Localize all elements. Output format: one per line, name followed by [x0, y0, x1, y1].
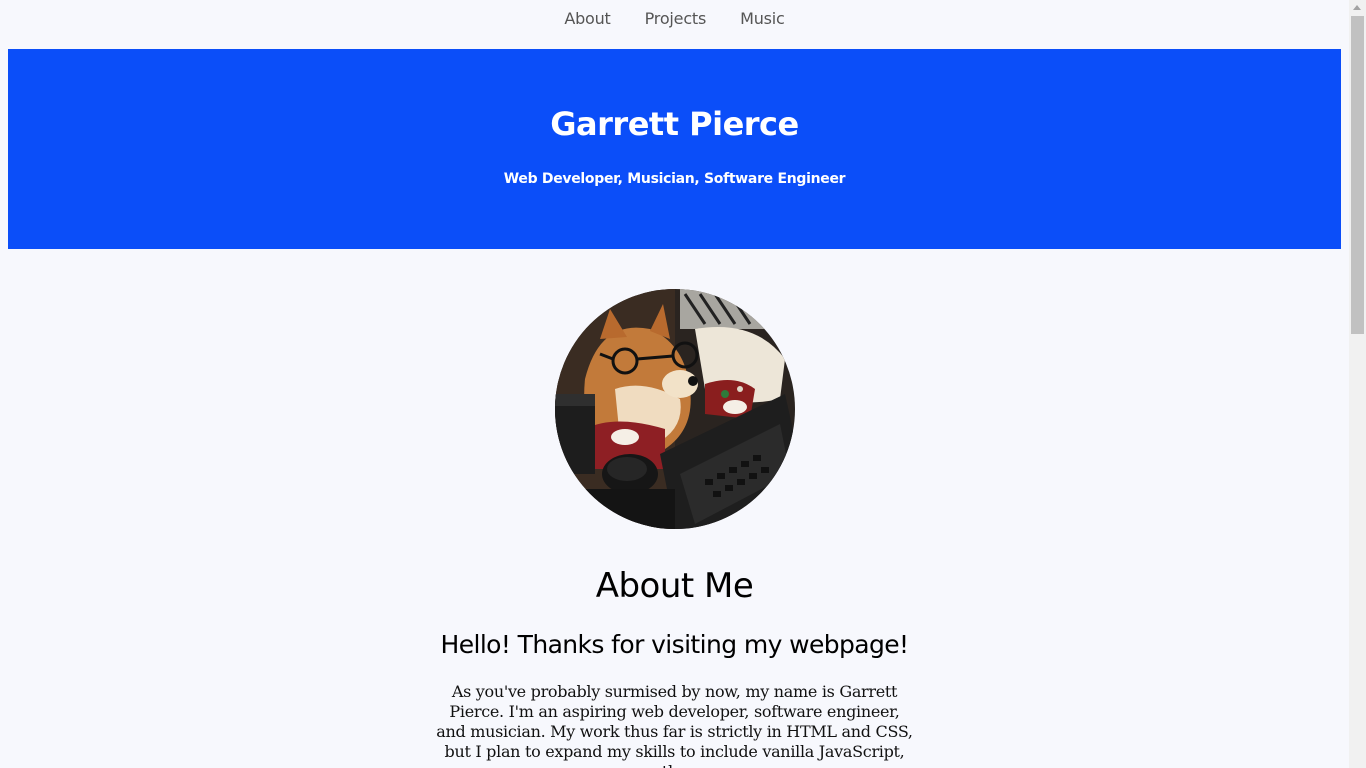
about-heading: About Me	[595, 566, 754, 606]
page: About Projects Music Garrett Pierce Web …	[0, 0, 1349, 768]
top-nav: About Projects Music	[0, 0, 1349, 36]
scroll-up-arrow-icon[interactable]	[1353, 5, 1361, 10]
nav-link-about[interactable]: About	[564, 9, 611, 28]
nav-link-music[interactable]: Music	[740, 9, 785, 28]
hero-subtitle: Web Developer, Musician, Software Engine…	[503, 171, 846, 187]
about-subheading: Hello! Thanks for visiting my webpage!	[440, 630, 910, 659]
page-scrollbar[interactable]	[1349, 0, 1366, 768]
about-body-text: As you've probably surmised by now, my n…	[436, 682, 913, 768]
avatar	[555, 289, 795, 529]
scrollbar-thumb[interactable]	[1351, 16, 1364, 334]
nav-link-projects[interactable]: Projects	[645, 9, 707, 28]
hero-title: Garrett Pierce	[550, 105, 799, 143]
hero-banner: Garrett Pierce Web Developer, Musician, …	[8, 49, 1341, 249]
dog-at-laptop-image	[555, 289, 795, 529]
